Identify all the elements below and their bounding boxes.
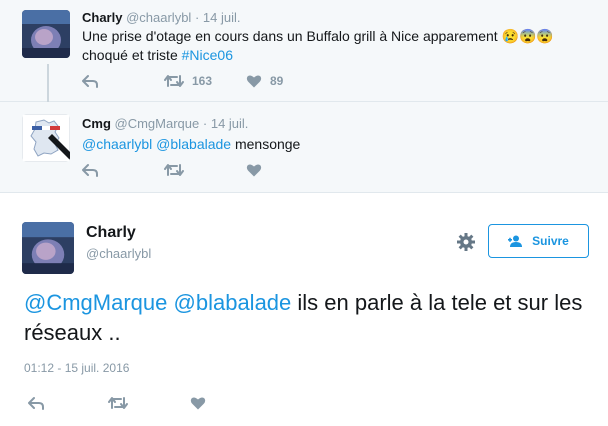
like-button[interactable] — [246, 163, 262, 177]
display-name[interactable]: Cmg — [82, 116, 111, 131]
reply-icon — [28, 397, 44, 410]
retweet-button[interactable] — [164, 163, 184, 177]
retweet-button[interactable]: 163 — [164, 74, 212, 88]
hashtag-link[interactable]: #Nice06 — [182, 47, 233, 63]
like-icon — [190, 397, 206, 410]
follow-user-icon — [508, 235, 523, 247]
display-name[interactable]: Charly — [86, 224, 136, 242]
tweet-date[interactable]: 14 juil. — [203, 10, 241, 25]
like-count: 89 — [270, 74, 284, 88]
mention-link[interactable]: @blabalade — [174, 290, 292, 315]
avatar[interactable] — [22, 10, 70, 58]
avatar[interactable] — [22, 114, 70, 162]
retweet-icon — [164, 164, 184, 176]
reply-icon — [82, 75, 98, 88]
like-icon — [246, 75, 262, 88]
tweet-header: Cmg @CmgMarque · 14 juil. — [82, 116, 248, 131]
tweet-body: mensonge — [234, 136, 301, 152]
tweet-date[interactable]: 14 juil. — [211, 116, 249, 131]
avatar[interactable] — [22, 222, 74, 274]
permalink-tweet: Charly @chaarlybl Suivre @CmgMarque @bla… — [0, 194, 608, 426]
user-handle[interactable]: @chaarlybl — [126, 10, 191, 25]
separator: · — [194, 10, 200, 25]
user-handle[interactable]: @CmgMarque — [115, 116, 200, 131]
reply-button[interactable] — [82, 74, 98, 88]
context-tweet-1[interactable]: Charly @chaarlybl · 14 juil. Une prise d… — [0, 0, 608, 114]
gear-icon — [457, 233, 475, 251]
retweet-icon — [108, 397, 128, 409]
tweet-text: @chaarlybl @blabalade mensonge — [82, 135, 587, 154]
tweet-timestamp[interactable]: 01:12 - 15 juil. 2016 — [24, 361, 129, 375]
reply-button[interactable] — [82, 163, 98, 177]
tweet-body: Une prise d'otage en cours dans un Buffa… — [82, 28, 554, 63]
display-name[interactable]: Charly — [82, 10, 122, 25]
tweet-text: @CmgMarque @blabalade ils en parle à la … — [24, 288, 594, 348]
like-button[interactable]: 89 — [246, 74, 283, 88]
retweet-button[interactable] — [108, 396, 128, 410]
tweet-header: Charly @chaarlybl · 14 juil. — [82, 10, 241, 25]
more-options-button[interactable] — [456, 232, 476, 257]
like-button[interactable] — [190, 396, 206, 410]
like-icon — [246, 164, 262, 177]
separator: · — [202, 116, 208, 131]
follow-label: Suivre — [532, 234, 569, 248]
user-handle[interactable]: @chaarlybl — [86, 246, 151, 261]
mention-link[interactable]: @chaarlybl — [82, 136, 152, 152]
retweet-count: 163 — [192, 74, 213, 88]
mention-link[interactable]: @blabalade — [156, 136, 231, 152]
reply-button[interactable] — [28, 396, 44, 410]
retweet-icon — [164, 75, 184, 87]
tweet-text: Une prise d'otage en cours dans un Buffa… — [82, 27, 587, 65]
mention-link[interactable]: @CmgMarque — [24, 290, 167, 315]
reply-icon — [82, 164, 98, 177]
follow-button[interactable]: Suivre — [488, 224, 589, 258]
